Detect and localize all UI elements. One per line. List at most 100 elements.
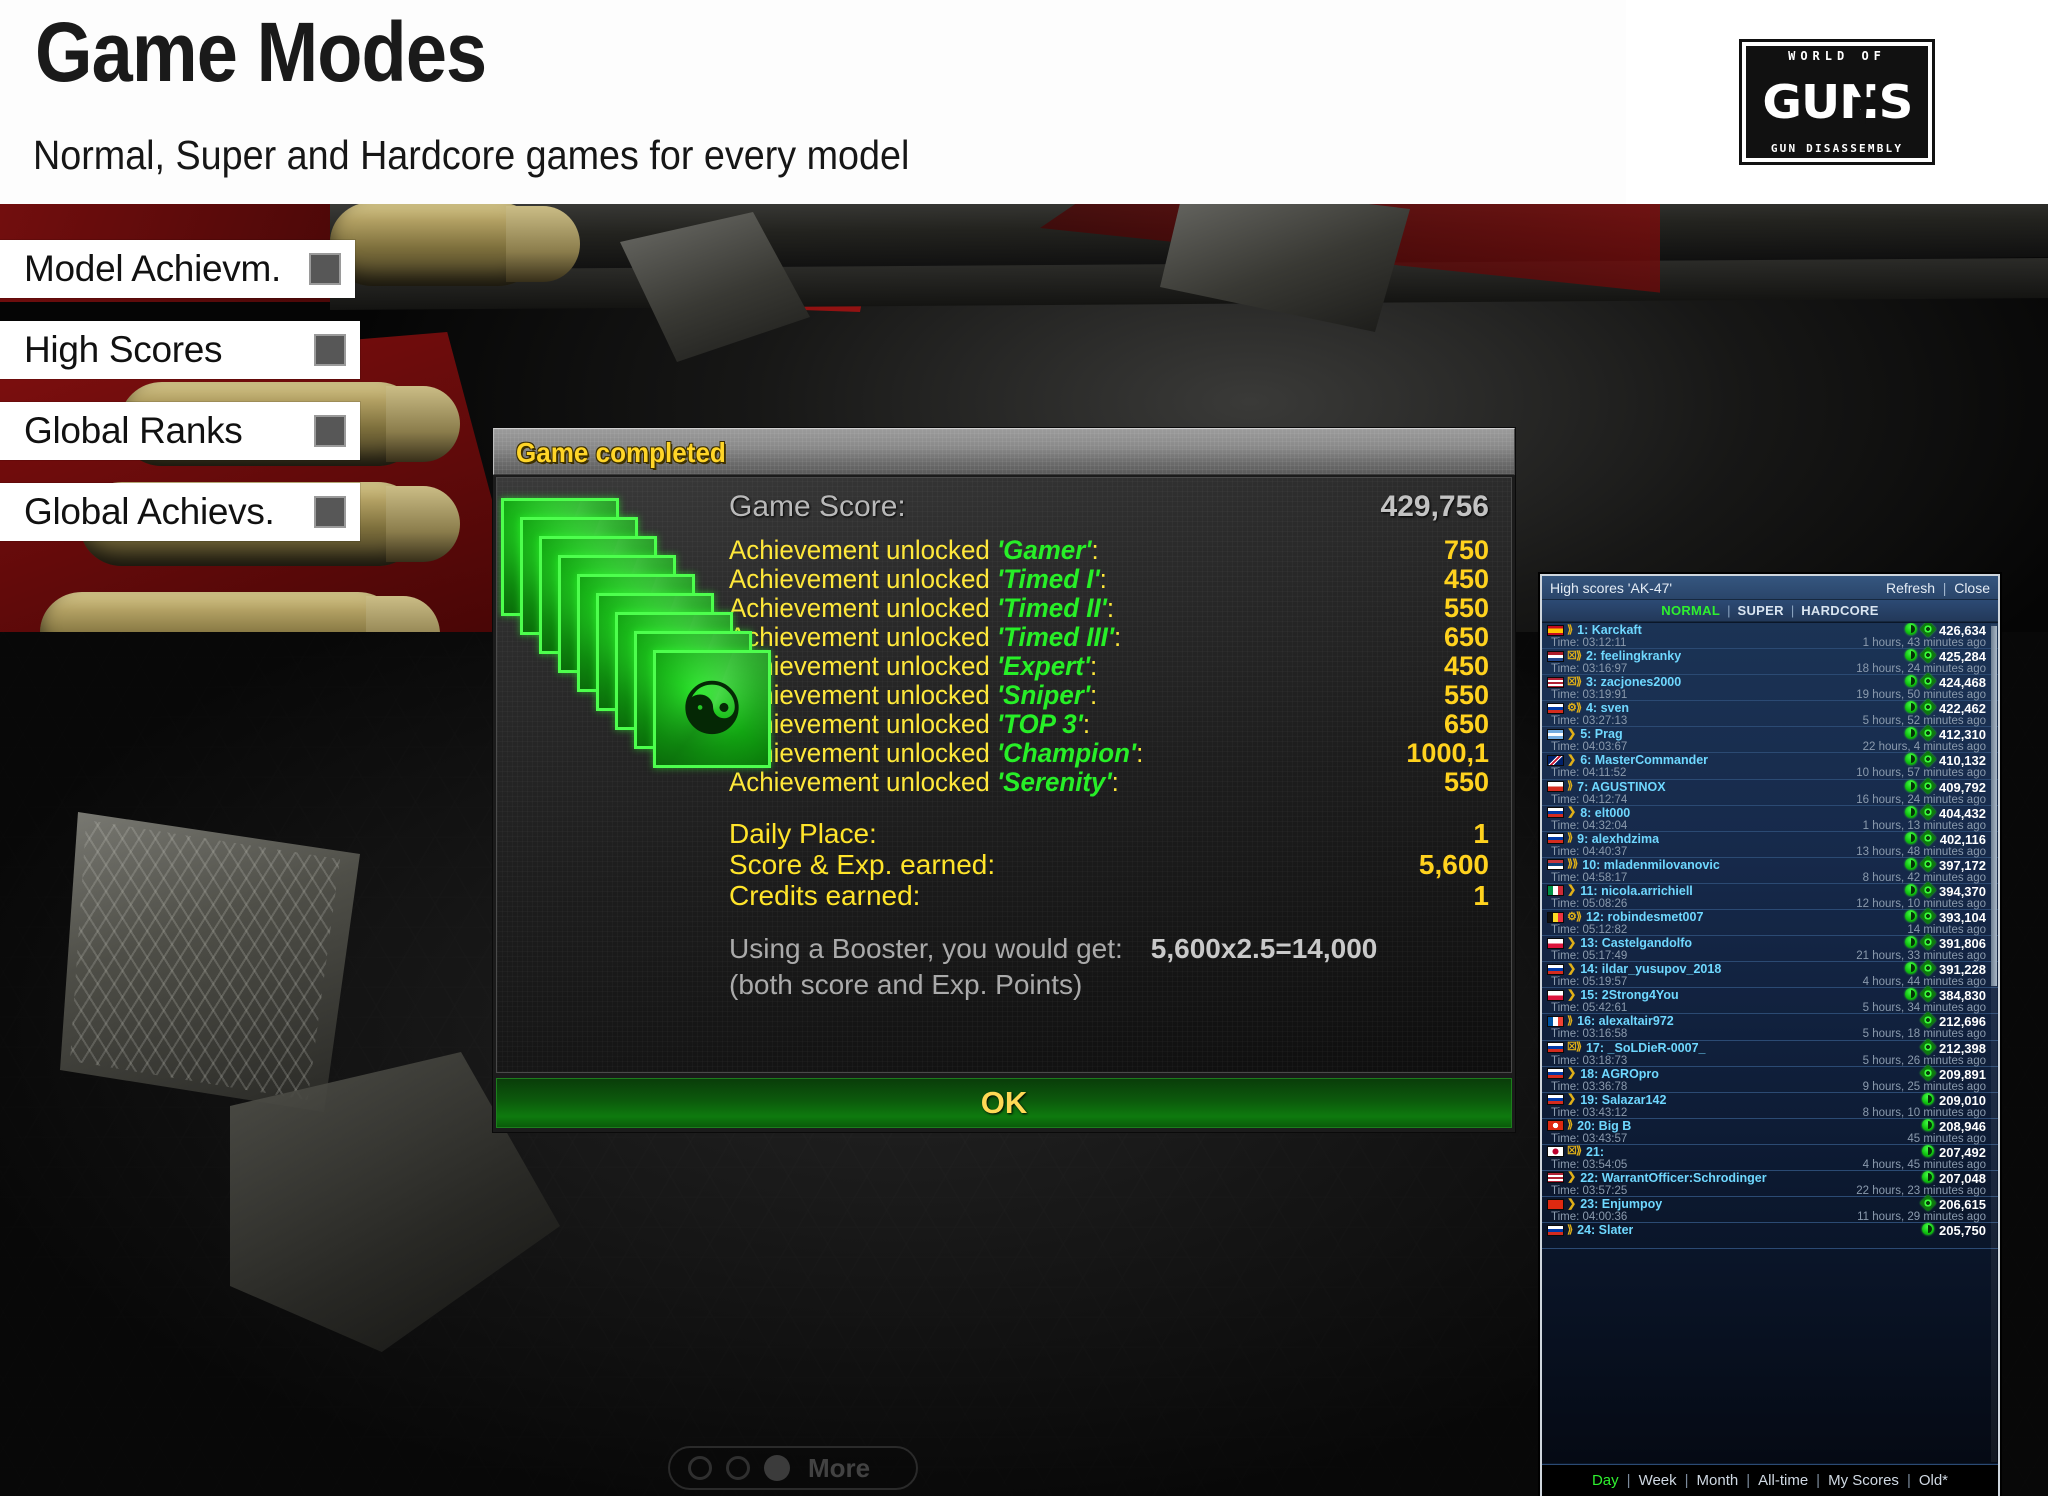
page-dot-2-icon[interactable] xyxy=(726,1456,750,1480)
rank-badge-icon: ❯ xyxy=(1567,727,1576,740)
achievement-suffix: : xyxy=(1090,680,1098,710)
high-score-row[interactable]: ❯ 11: nicola.arrichiell 394,370 Time: 05:08… xyxy=(1542,881,1998,911)
high-score-row[interactable]: ☒⟫ 2: feelingkranky 425,284 Time: 03:16:97 1… xyxy=(1542,646,1998,676)
menu-item-label: Global Ranks xyxy=(24,410,243,451)
more-pill[interactable]: More xyxy=(668,1446,918,1490)
country-flag-icon xyxy=(1547,1198,1564,1210)
high-score-row-primary: ❯ 22: WarrantOfficer:Schrodinger 207,048 xyxy=(1547,1170,1992,1186)
country-flag-icon xyxy=(1547,1015,1564,1027)
achievement-prefix: Achievement unlocked xyxy=(729,622,990,652)
more-label: More xyxy=(808,1452,871,1483)
high-score-row-secondary: Time: 03:54:05 4 hours, 45 minutes ago xyxy=(1547,1159,1992,1171)
menu-item-indicator-icon[interactable] xyxy=(314,415,346,447)
page-dot-1-icon[interactable] xyxy=(688,1456,712,1480)
refresh-button[interactable]: Refresh xyxy=(1886,580,1935,596)
screenshot-root: mission tou port Game Modes Normal, Supe… xyxy=(0,0,2048,1496)
period-my-scores[interactable]: My Scores xyxy=(1828,1472,1899,1489)
high-score-row-secondary: Time: 03:43:12 8 hours, 10 minutes ago xyxy=(1547,1107,1992,1119)
dialog-body: ⚑○○○▲⚓⛏☕☯ Game Score: 429,756 Achievemen… xyxy=(496,477,1512,1073)
high-scores-list[interactable]: ⟫ 1: Karckaft 426,634 Time: 03:12:11 1 hours… xyxy=(1542,623,1998,1463)
high-score-row[interactable]: ❯ 19: Salazar142 209,010 Time: 03:43:12 8 ho… xyxy=(1542,1092,1998,1119)
high-score-row-primary: ❯ 5: Prag 412,310 xyxy=(1547,724,1992,742)
player-score: 207,048 xyxy=(1939,1170,1986,1186)
high-score-row-primary: ☒⟫ 3: zacjones2000 424,468 xyxy=(1547,672,1992,690)
high-score-row[interactable]: ❯ 15: 2Strong4You 384,830 Time: 05:42:61 5 h… xyxy=(1542,985,1998,1015)
stat-row: Credits earned: 1 xyxy=(729,880,1489,911)
menu-item-global-achievs[interactable]: Global Achievs. xyxy=(0,483,360,541)
high-score-row[interactable]: ⟫ 7: AGUSTINOX 409,792 Time: 04:12:74 16 hou… xyxy=(1542,777,1998,806)
high-score-row[interactable]: ☒⟫ 21: 207,492 Time: 03:54:05 4 hours, 45 m… xyxy=(1542,1144,1998,1171)
achievement-suffix: : xyxy=(1111,767,1119,797)
player-ago: 1 hours, 13 minutes ago xyxy=(1862,819,1986,832)
yin-yang-achievement-icon xyxy=(1922,1144,1934,1157)
close-button[interactable]: Close xyxy=(1954,580,1990,596)
page-dot-3-active-icon[interactable] xyxy=(764,1455,790,1481)
player-time: Time: 04:58:17 xyxy=(1551,871,1628,884)
high-score-row[interactable]: ⚙⟫ 12: robindesmet007 393,104 Time: 05:12:8… xyxy=(1542,907,1998,937)
period-old[interactable]: Old* xyxy=(1919,1472,1948,1489)
achievement-row: Achievement unlocked 'Timed I': 450 xyxy=(729,564,1489,594)
tab-hardcore[interactable]: HARDCORE xyxy=(1801,603,1879,618)
high-score-row[interactable]: ❯ 6: MasterCommander 410,132 Time: 04:11:52… xyxy=(1542,750,1998,780)
player-ago: 11 hours, 29 minutes ago xyxy=(1857,1211,1986,1224)
high-score-row[interactable]: ⟫ 24: Slater 205,750 xyxy=(1542,1223,1998,1250)
high-score-row[interactable]: ❯ 13: Castelgandolfo 391,806 Time: 05:17:49… xyxy=(1542,933,1998,963)
player-name: 9: alexhdzima xyxy=(1577,831,1660,846)
period-day[interactable]: Day xyxy=(1592,1472,1619,1489)
period-all-time[interactable]: All-time xyxy=(1758,1472,1808,1489)
player-ago: 4 hours, 45 minutes ago xyxy=(1862,1158,1986,1171)
menu-item-indicator-icon[interactable] xyxy=(314,334,346,366)
row-achievement-icons xyxy=(1905,724,1937,742)
high-score-row-primary: ☒⟫ 2: feelingkranky 425,284 xyxy=(1547,646,1992,664)
tab-super[interactable]: SUPER xyxy=(1738,603,1784,618)
high-score-row[interactable]: ⟫ 1: Karckaft 426,634 Time: 03:12:11 1 hours… xyxy=(1542,623,1998,650)
player-time: Time: 04:00:36 xyxy=(1551,1211,1628,1224)
target-achievement-icon xyxy=(1919,1011,1937,1029)
high-score-row[interactable]: ❯ 14: ildar_yusupov_2018 391,228 Time: 05:1… xyxy=(1542,959,1998,989)
player-ago: 8 hours, 10 minutes ago xyxy=(1862,1106,1986,1119)
high-score-row[interactable]: ❯ 8: elt000 404,432 Time: 04:32:04 1 hours, … xyxy=(1542,803,1998,832)
player-name: 2: feelingkranky xyxy=(1585,649,1682,664)
player-name: 11: nicola.arrichiell xyxy=(1580,883,1693,898)
period-month[interactable]: Month xyxy=(1697,1472,1739,1489)
player-name: 1: Karckaft xyxy=(1577,623,1642,637)
high-score-row[interactable]: ⟫ 20: Big B 208,946 Time: 03:43:57 45 minute… xyxy=(1542,1118,1998,1145)
player-ago: 1 hours, 43 minutes ago xyxy=(1862,637,1986,649)
high-score-row[interactable]: ⚙⟫ 4: sven 422,462 Time: 03:27:13 5 hours, 5… xyxy=(1542,698,1998,728)
yin-yang-achievement-icon xyxy=(1905,910,1917,923)
achievement-name: 'Timed I' xyxy=(997,564,1100,594)
high-score-row-secondary: Time: 05:12:82 14 minutes ago xyxy=(1547,924,1992,936)
rank-badge-icon: ❯ xyxy=(1567,884,1576,897)
achievement-row: Achievement unlocked 'Serenity': 550 xyxy=(729,767,1489,797)
player-score: 391,228 xyxy=(1939,962,1986,978)
high-scores-scrollbar-thumb[interactable] xyxy=(1991,626,1997,986)
achievement-suffix: : xyxy=(1099,564,1107,594)
tab-normal[interactable]: NORMAL xyxy=(1661,603,1720,618)
rank-badge-icon: ⟫ xyxy=(1567,1119,1573,1132)
target-achievement-icon xyxy=(1919,907,1937,925)
footer-separator: | xyxy=(1684,1472,1689,1489)
player-ago: 16 hours, 24 minutes ago xyxy=(1856,793,1986,806)
high-score-row[interactable]: ❯ 18: AGROpro 209,891 Time: 03:36:78 9 hours… xyxy=(1542,1064,1998,1093)
high-score-row[interactable]: ☒⟫ 17: _SoLDieR-0007_ 212,398 Time: 03:18:7… xyxy=(1542,1038,1998,1067)
high-score-row-secondary: Time: 05:08:26 12 hours, 10 minutes ago xyxy=(1547,898,1992,910)
high-score-row-secondary: Time: 03:36:78 9 hours, 25 minutes ago xyxy=(1547,1081,1992,1093)
country-flag-icon xyxy=(1547,754,1564,766)
high-score-row[interactable]: ❯ 23: Enjumpoy 206,615 Time: 04:00:36 11 hou… xyxy=(1542,1194,1998,1224)
menu-item-indicator-icon[interactable] xyxy=(314,496,346,528)
high-score-row[interactable]: ❯ 5: Prag 412,310 Time: 04:03:67 22 hours, 4… xyxy=(1542,724,1998,754)
period-week[interactable]: Week xyxy=(1639,1472,1677,1489)
ok-button[interactable]: OK xyxy=(496,1078,1512,1128)
high-score-row[interactable]: ⟫ 9: alexhdzima 402,116 Time: 04:40:37 13 ho… xyxy=(1542,829,1998,858)
yin-yang-achievement-icon xyxy=(1922,1118,1934,1131)
row-achievement-icons xyxy=(1922,1092,1934,1105)
menu-item-indicator-icon[interactable] xyxy=(309,253,341,285)
high-scores-panel: High scores 'AK-47' Refresh | Close NORM… xyxy=(1540,574,2000,1496)
high-score-row[interactable]: ⟫⟫ 10: mladenmilovanovic 397,172 Time: 04:5… xyxy=(1542,855,1998,884)
menu-item-global-ranks[interactable]: Global Ranks xyxy=(0,402,360,460)
high-score-row[interactable]: ☒⟫ 3: zacjones2000 424,468 Time: 03:19:91 19… xyxy=(1542,672,1998,702)
menu-item-model-achievm[interactable]: Model Achievm. xyxy=(0,240,355,298)
high-score-row[interactable]: ❯ 22: WarrantOfficer:Schrodinger 207,048 Ti… xyxy=(1542,1170,1998,1198)
menu-item-high-scores[interactable]: High Scores xyxy=(0,321,360,379)
high-score-row[interactable]: ⟫ 16: alexaltair972 212,696 Time: 03:16:58 5… xyxy=(1542,1011,1998,1041)
